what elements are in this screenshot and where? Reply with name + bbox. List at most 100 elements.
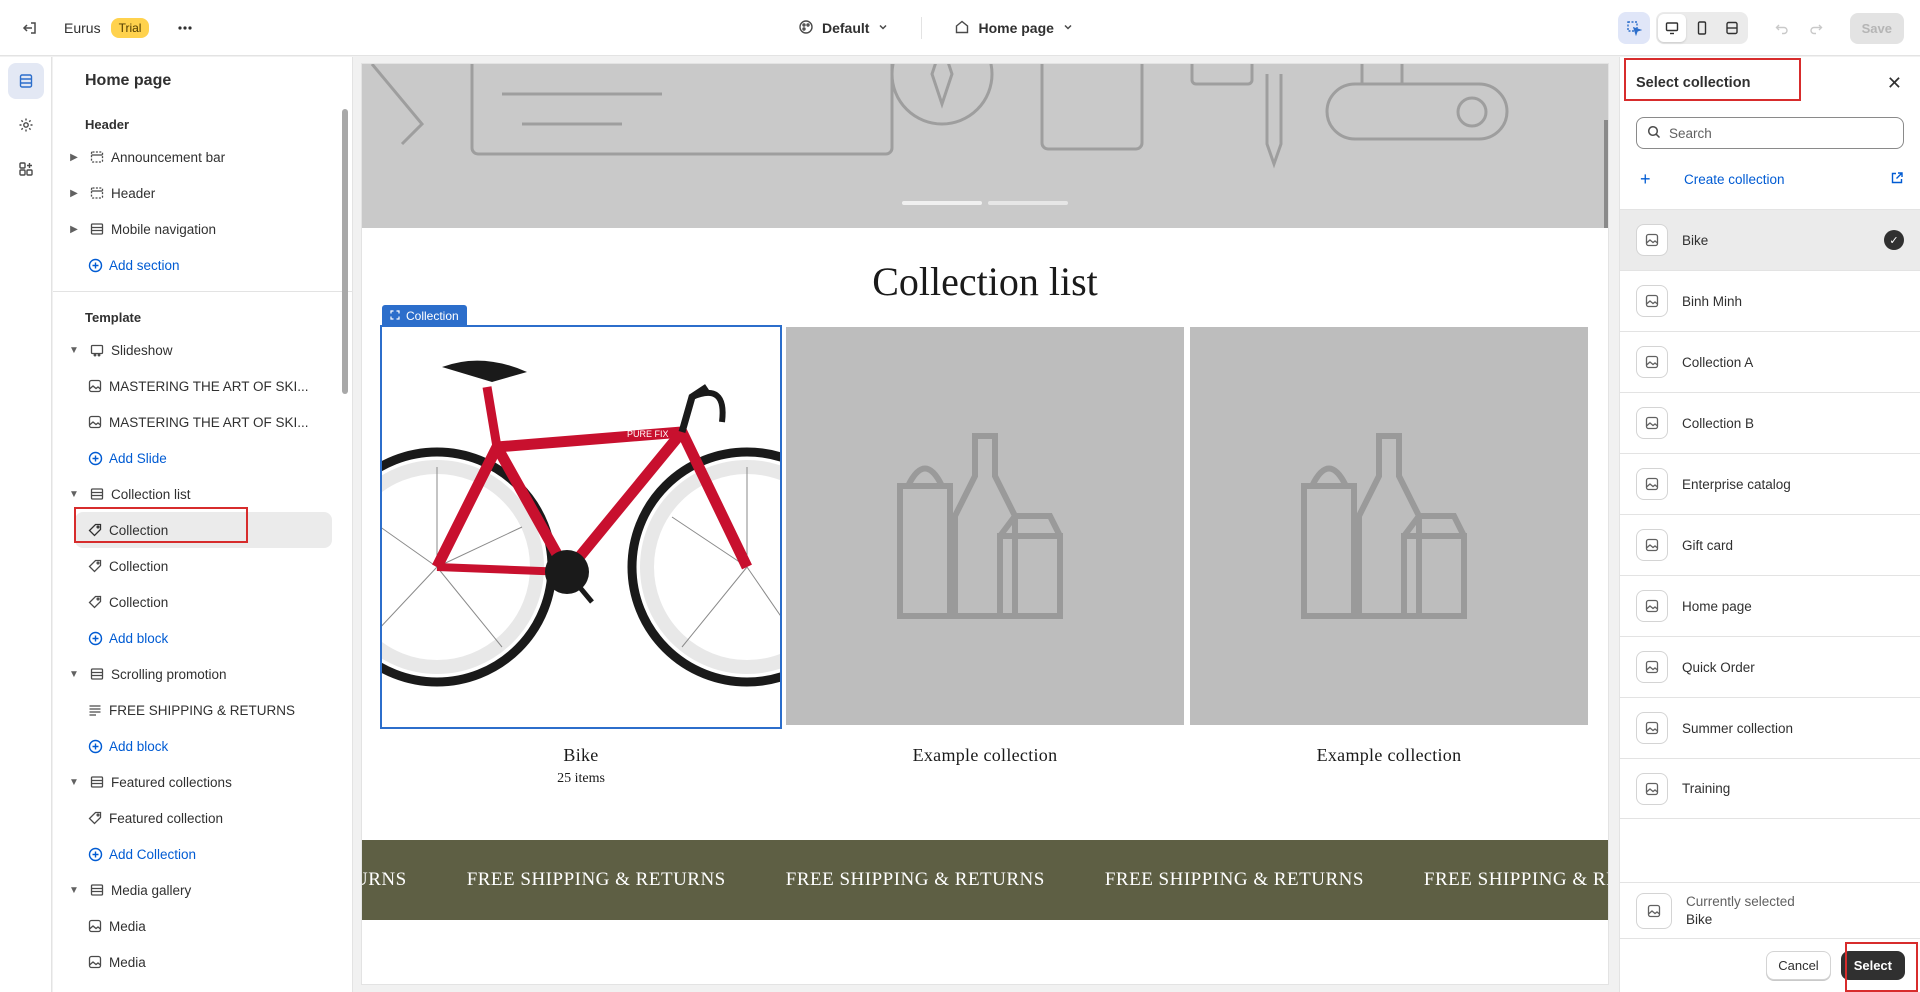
sidebar-item-label: Scrolling promotion [111,666,227,682]
add-block-label: Add block [109,738,169,754]
mobile-icon[interactable] [1688,14,1716,42]
undo-icon[interactable] [1768,14,1796,42]
inspector-toggle-button[interactable] [1617,12,1650,44]
image-placeholder-icon [1636,892,1672,929]
collection-card-title[interactable]: Example collection [1190,745,1588,766]
sidebar-item-scrolling-promotion[interactable]: ▼ Scrolling promotion [53,656,352,692]
chevron-down-icon [877,20,889,36]
exit-icon[interactable] [16,14,44,42]
bicycle-image: PURE FIX [382,360,780,687]
chevron-down-icon [1062,20,1074,36]
collection-card[interactable]: Example collection [1190,327,1588,765]
sidebar-item-header[interactable]: ▶ Header [53,175,352,211]
sidebar-item-slide[interactable]: MASTERING THE ART OF SKI... [53,368,352,404]
collection-option-label: Quick Order [1682,659,1755,675]
left-rail [0,57,52,992]
sidebar-item-label: FREE SHIPPING & RETURNS [109,702,296,718]
add-block-button[interactable]: Add block [53,620,352,656]
collection-card[interactable]: PURE FIX Bike 25 items [380,325,782,786]
chevron-down-icon[interactable]: ▼ [67,669,81,680]
section-icon [89,486,105,502]
collection-option[interactable]: Binh Minh [1620,270,1920,331]
collection-option[interactable]: Enterprise catalog [1620,453,1920,514]
divider [921,17,923,39]
collection-option-label: Collection B [1682,415,1755,431]
collection-option[interactable]: Collection A [1620,331,1920,392]
sidebar-item-featured-collections[interactable]: ▼ Featured collections [53,764,352,800]
add-slide-button[interactable]: Add Slide [53,440,352,476]
chevron-right-icon[interactable]: ▶ [67,188,81,199]
collection-option[interactable]: Training [1620,758,1920,819]
add-block-button[interactable]: Add block [53,728,352,764]
sidebar-item-media[interactable]: Media [53,944,352,980]
add-slide-label: Add Slide [109,450,167,466]
desktop-icon[interactable] [1657,14,1686,42]
collection-option[interactable]: Summer collection [1620,697,1920,758]
collection-option-selected[interactable]: Bike ✓ [1620,209,1920,270]
close-icon[interactable]: ✕ [1887,73,1902,94]
select-button[interactable]: Select [1840,951,1905,980]
search-field[interactable] [1636,117,1904,149]
create-collection-label: Create collection [1684,171,1785,187]
sidebar-item-promo-text[interactable]: FREE SHIPPING & RETURNS [53,692,352,728]
chevron-right-icon[interactable]: ▶ [67,224,81,235]
image-placeholder-icon [1636,772,1668,805]
sidebar-item-collection[interactable]: Collection [53,584,352,620]
sidebar-item-media[interactable]: Media [53,908,352,944]
settings-icon[interactable] [8,107,44,143]
store-name[interactable]: Eurus [64,20,101,36]
theme-selector[interactable]: Default [790,19,897,38]
collection-card[interactable]: Example collection [786,327,1184,765]
panel-footer: Cancel Select [1620,938,1920,992]
fullscreen-icon[interactable] [1718,14,1746,42]
cancel-button[interactable]: Cancel [1766,951,1831,980]
save-button[interactable]: Save [1849,12,1904,44]
sidebar-item-mobile-navigation[interactable]: ▶ Mobile navigation [53,211,352,247]
page-selector-label: Home page [978,20,1054,36]
sidebar-item-featured-collection[interactable]: Featured collection [53,800,352,836]
grocery-placeholder-icon [1301,433,1467,619]
add-section-label: Add section [109,257,180,273]
redo-icon[interactable] [1802,14,1830,42]
collection-option[interactable]: Collection B [1620,392,1920,453]
slide-dot[interactable] [988,201,1068,205]
sidebar-item-slide[interactable]: MASTERING THE ART OF SKI... [53,404,352,440]
chevron-down-icon[interactable]: ▼ [67,777,81,788]
sidebar-item-collection-selected[interactable]: Collection [75,512,332,548]
preview-scrollbar[interactable] [1604,120,1608,228]
collection-option-label: Bike [1682,232,1709,248]
collection-card-title[interactable]: Bike [382,745,780,766]
create-collection-link[interactable]: + Create collection [1620,149,1920,209]
chevron-down-icon[interactable]: ▼ [67,489,81,500]
sidebar-item-collection-list[interactable]: ▼ Collection list [53,476,352,512]
search-input[interactable] [1669,125,1889,141]
top-bar: Eurus Trial Default Home page Save [0,0,1920,56]
home-icon [954,19,970,38]
sidebar-item-label: MASTERING THE ART OF SKI... [109,378,309,394]
apps-icon[interactable] [8,151,44,187]
collection-option[interactable]: Home page [1620,575,1920,636]
chevron-right-icon[interactable]: ▶ [67,152,81,163]
currently-selected-label: Currently selected [1686,894,1795,909]
chevron-down-icon[interactable]: ▼ [67,345,81,356]
slideshow-banner[interactable] [362,64,1608,228]
chevron-down-icon[interactable]: ▼ [67,885,81,896]
slide-dot-active[interactable] [902,201,982,205]
add-section-button[interactable]: Add section [53,247,352,283]
sidebar-item-slideshow[interactable]: ▼ Slideshow [53,332,352,368]
sections-icon[interactable] [8,63,44,99]
collection-option[interactable]: Gift card [1620,514,1920,575]
collection-card-title[interactable]: Example collection [786,745,1184,766]
plus-circle-icon [87,257,103,273]
add-collection-button[interactable]: Add Collection [53,836,352,872]
sidebar-item-collection[interactable]: Collection [53,548,352,584]
section-icon [89,221,105,237]
page-selector[interactable]: Home page [946,19,1081,38]
collection-option[interactable]: Quick Order [1620,636,1920,697]
plus-circle-icon [87,450,103,466]
more-icon[interactable] [171,14,199,42]
external-link-icon[interactable] [1890,171,1904,188]
sidebar-item-media-gallery[interactable]: ▼ Media gallery [53,872,352,908]
sidebar-item-announcement-bar[interactable]: ▶ Announcement bar [53,139,352,175]
tag-icon [87,594,103,610]
